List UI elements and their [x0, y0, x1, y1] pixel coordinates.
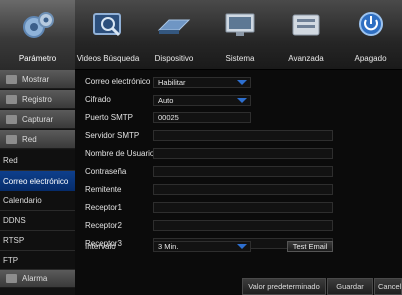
cipher-select[interactable]: Auto: [153, 95, 251, 106]
interval-value: 3 Min.: [158, 242, 179, 251]
tab-label: Apagado: [354, 54, 387, 63]
sidebar-item-label: Mostrar: [22, 74, 50, 84]
chevron-down-icon: [237, 244, 247, 249]
smtp-server-input[interactable]: [153, 130, 333, 141]
power-icon: [358, 12, 383, 36]
advanced-settings-icon: [292, 14, 320, 36]
sidebar-item-alarma[interactable]: Alarma: [0, 270, 75, 288]
email-enable-select[interactable]: Habilitar: [153, 77, 251, 88]
default-values-button[interactable]: Valor predeterminado: [242, 278, 326, 295]
sidebar-subitem-rtsp[interactable]: RTSP: [0, 231, 75, 251]
sidebar-subitem-ddns[interactable]: DDNS: [0, 211, 75, 231]
smtp-server-label: Servidor SMTP: [85, 131, 140, 140]
receiver2-label: Receptor2: [85, 221, 122, 230]
tab-sistema[interactable]: Sistema: [207, 0, 273, 70]
alarm-icon: [6, 274, 17, 283]
interval-label: Intervalo: [85, 242, 116, 251]
email-enable-value: Habilitar: [158, 78, 186, 87]
footer-actions: Valor predeterminado Guardar Cancelar: [75, 275, 402, 295]
tab-label: Avanzada: [288, 54, 324, 63]
smtp-port-label: Puerto SMTP: [85, 113, 134, 122]
sidebar-subitem-ftp[interactable]: FTP: [0, 251, 75, 270]
sidebar-item-label: Capturar: [22, 114, 54, 124]
test-email-button[interactable]: Test Email: [287, 241, 333, 252]
cipher-label: Cifrado: [85, 95, 111, 104]
sidebar-item-red-group[interactable]: Red: [0, 130, 75, 149]
username-label: Nombre de Usuario: [85, 149, 155, 158]
sidebar-subitem-calendario[interactable]: Calendario: [0, 191, 75, 211]
tab-apagado[interactable]: Apagado: [339, 0, 402, 70]
email-label: Correo electrónico: [85, 77, 151, 86]
sidebar-subitem-correo-electronico[interactable]: Correo electrónico: [0, 171, 75, 191]
receiver2-input[interactable]: [153, 220, 333, 231]
interval-select[interactable]: 3 Min.: [153, 241, 251, 252]
sidebar-item-label: DDNS: [3, 216, 26, 225]
sidebar: Mostrar Registro Capturar Red Red Correo…: [0, 70, 75, 295]
sidebar-item-label: FTP: [3, 255, 19, 265]
cipher-value: Auto: [158, 96, 174, 105]
record-icon: [6, 94, 17, 104]
receiver1-label: Receptor1: [85, 203, 122, 212]
save-button[interactable]: Guardar: [327, 278, 373, 295]
monitor-icon: [225, 13, 255, 36]
capture-icon: [6, 114, 17, 124]
sidebar-item-label: Red: [3, 155, 18, 165]
search-video-icon: [93, 13, 121, 37]
tab-label: Videos Búsqueda: [76, 54, 140, 63]
password-input[interactable]: [153, 166, 333, 177]
sidebar-item-label: RTSP: [3, 236, 25, 245]
tab-dispositivo[interactable]: Dispositivo: [141, 0, 207, 70]
smtp-port-value: 00025: [158, 113, 179, 122]
sender-input[interactable]: [153, 184, 333, 195]
tab-label: Dispositivo: [154, 54, 194, 63]
cancel-button[interactable]: Cancelar: [374, 278, 402, 295]
sidebar-subitem-red[interactable]: Red: [0, 150, 75, 171]
sender-label: Remitente: [85, 185, 122, 194]
top-navigation: Parámetro Videos Búsqueda Dispositivo Si…: [0, 0, 402, 70]
username-input[interactable]: [153, 148, 333, 159]
chevron-down-icon: [237, 80, 247, 85]
chevron-down-icon: [237, 98, 247, 103]
sidebar-item-label: Calendario: [3, 196, 42, 205]
tab-parametro[interactable]: Parámetro: [0, 0, 75, 70]
sidebar-item-registro[interactable]: Registro: [0, 90, 75, 109]
hard-drive-icon: [157, 19, 191, 34]
tab-label: Sistema: [225, 54, 255, 63]
sidebar-item-label: Alarma: [22, 274, 48, 283]
sidebar-item-mostrar[interactable]: Mostrar: [0, 70, 75, 89]
sidebar-item-label: Red: [22, 134, 37, 144]
network-icon: [6, 134, 17, 144]
sidebar-item-label: Registro: [22, 94, 52, 104]
display-icon: [6, 74, 17, 84]
sidebar-item-capturar[interactable]: Capturar: [0, 110, 75, 129]
tab-label: Parámetro: [18, 54, 57, 63]
password-label: Contraseña: [85, 167, 127, 176]
tab-avanzada[interactable]: Avanzada: [273, 0, 339, 70]
receiver1-input[interactable]: [153, 202, 333, 213]
smtp-port-input[interactable]: 00025: [153, 112, 251, 123]
gears-icon: [22, 12, 54, 38]
tab-videos-busqueda[interactable]: Videos Búsqueda: [75, 0, 141, 70]
sidebar-item-label: Correo electrónico: [3, 176, 69, 186]
